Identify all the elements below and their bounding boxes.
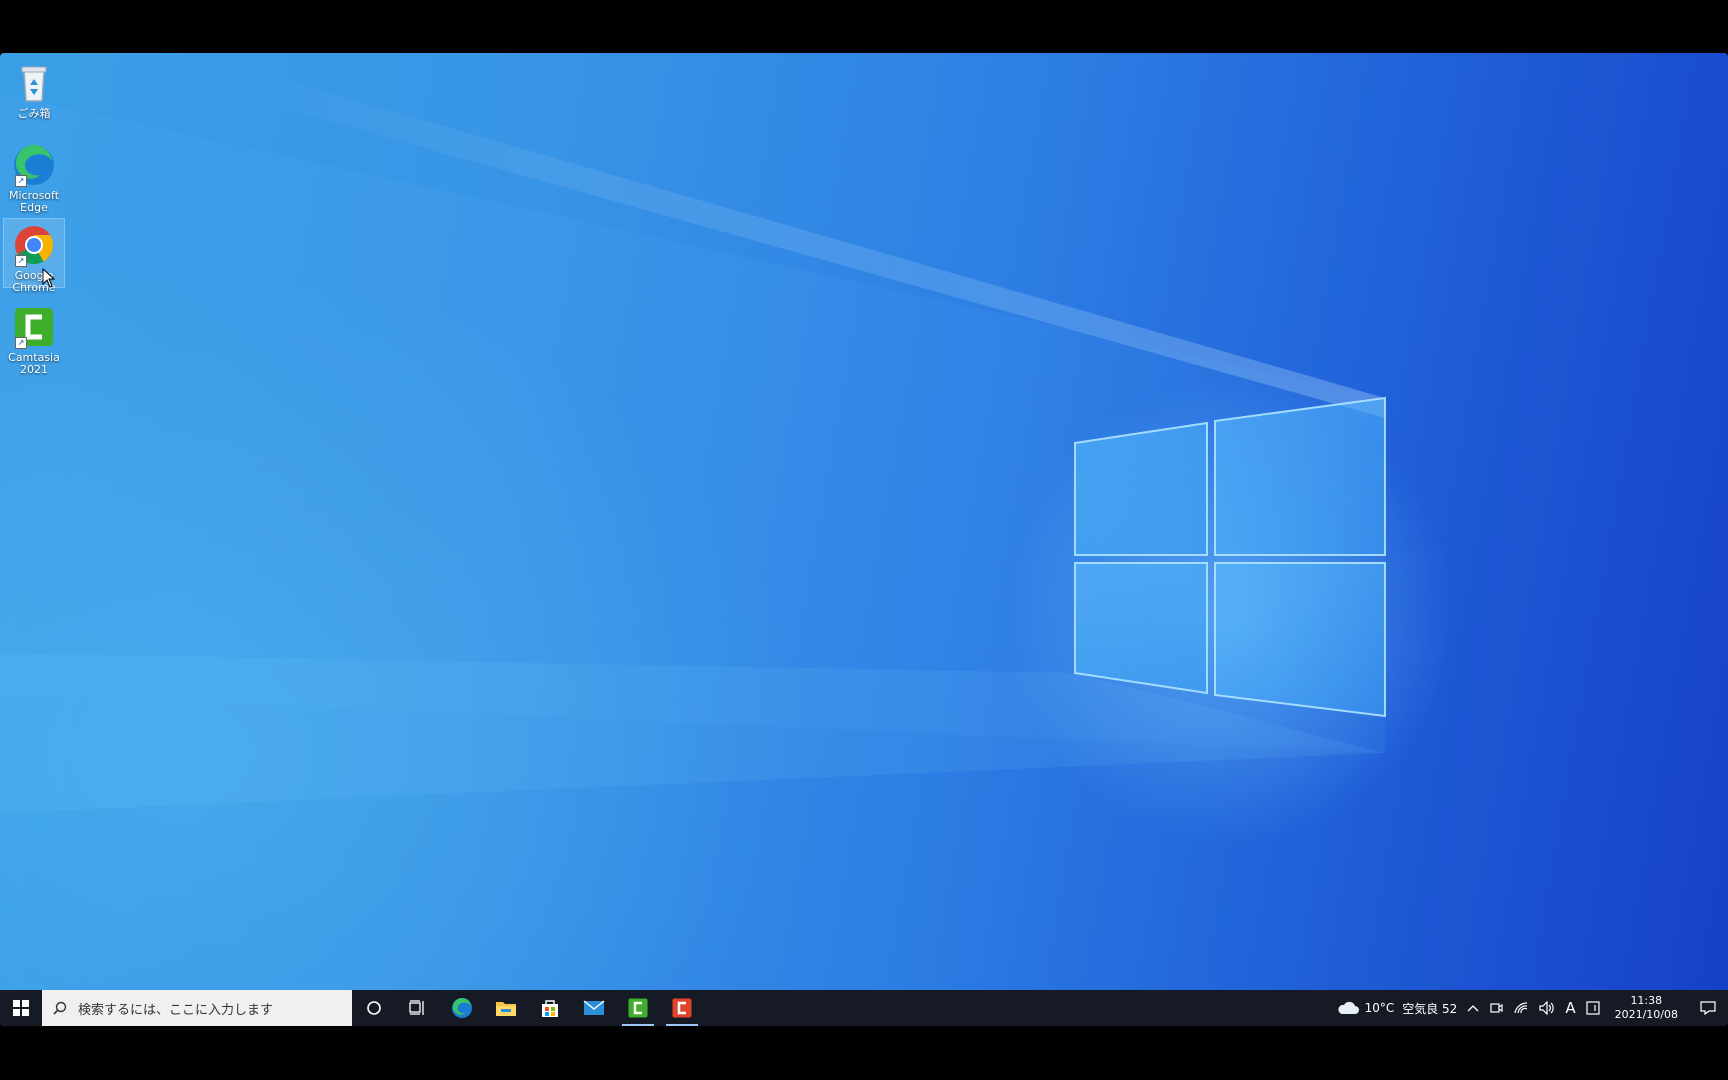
task-view-button[interactable] [396,990,440,1026]
desktop-icon-label: 2021 [20,363,48,376]
cortana-icon [367,1001,381,1015]
chevron-up-icon [1467,1005,1479,1012]
edge-icon [452,997,472,1018]
desktop-icon-label: ごみ箱 [17,107,51,120]
desktop-icon-camtasia[interactable]: ↗ Camtasia 2021 [4,301,64,376]
taskbar-mail[interactable] [572,990,616,1026]
taskbar-camtasia[interactable] [616,990,660,1026]
desktop-screen: ごみ箱 ↗ Microsoft Edge ↗ Google Chrome ↗ C… [0,53,1728,1026]
shortcut-arrow-icon: ↗ [15,337,27,349]
camtasia-recorder-icon [672,998,692,1018]
tray-ime-pad[interactable] [1585,1001,1600,1015]
notification-icon [1700,1001,1716,1015]
search-icon [42,1001,78,1015]
tray-network[interactable] [1513,1001,1529,1015]
start-button[interactable] [0,990,42,1026]
taskbar-edge[interactable] [440,990,484,1026]
speaker-icon [1539,1001,1555,1015]
recycle-bin-icon [12,61,56,105]
store-icon [542,1000,558,1017]
ime-pad-icon [1585,1001,1600,1015]
tray-volume[interactable] [1539,1001,1555,1015]
shortcut-arrow-icon: ↗ [15,255,27,267]
taskbar-clock[interactable]: 11:38 2021/10/08 [1615,994,1678,1022]
weather-temp: 10°C [1364,1001,1395,1015]
chrome-icon: ↗ [12,223,56,267]
clock-date: 2021/10/08 [1614,1008,1678,1021]
ime-indicator[interactable]: A [1565,999,1575,1017]
desktop-icon-edge[interactable]: ↗ Microsoft Edge [4,139,64,214]
system-tray: 10°C 空気良 52 A 11:38 2021/10/08 [1332,990,1728,1026]
search-placeholder: 検索するには、ここに入力します [78,1002,274,1018]
tray-meet-now[interactable] [1489,1001,1503,1015]
camtasia-icon [628,998,648,1018]
edge-icon: ↗ [12,143,56,187]
taskbar-store[interactable] [528,990,572,1026]
taskbar-camtasia-recorder[interactable] [660,990,704,1026]
windows-start-icon [13,1000,29,1016]
taskbar-file-explorer[interactable] [484,990,528,1026]
taskbar: 検索するには、ここに入力します 10°C 空気良 52 A 11:38 2021… [0,990,1728,1026]
file-explorer-icon [496,1002,516,1016]
mail-icon [583,1000,605,1015]
cortana-button[interactable] [352,990,396,1026]
shortcut-arrow-icon: ↗ [15,175,27,187]
camtasia-icon: ↗ [12,305,56,349]
show-hidden-icons-button[interactable] [1467,1004,1479,1012]
desktop-icon-label: Edge [20,201,48,214]
taskbar-search-box[interactable]: 検索するには、ここに入力します [42,990,352,1026]
weather-widget[interactable]: 10°C 空気良 52 [1337,1000,1458,1017]
task-view-icon [409,1000,424,1015]
cloud-icon [1337,1001,1359,1014]
clock-time: 11:38 [1630,994,1663,1007]
desktop-icon-recycle-bin[interactable]: ごみ箱 [4,57,64,120]
windows-logo-wallpaper [0,73,1386,813]
mouse-cursor-icon [42,268,56,288]
air-quality: 空気良 52 [1402,1001,1458,1016]
action-center-button[interactable] [1688,1001,1728,1015]
wifi-icon [1514,1002,1528,1014]
camera-tray-icon [1490,1003,1503,1013]
